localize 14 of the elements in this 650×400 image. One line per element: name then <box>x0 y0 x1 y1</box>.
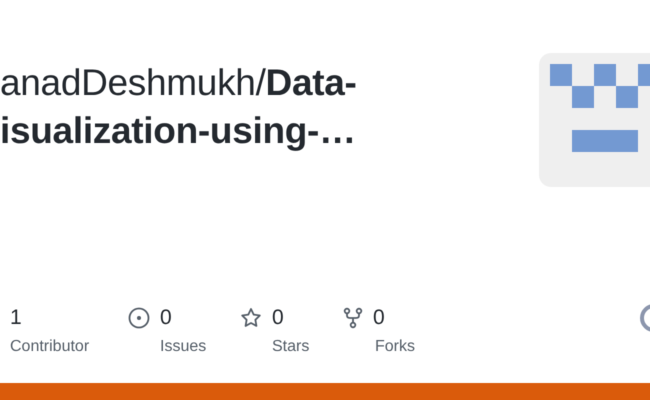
repo-title: isualization-using-… <box>0 109 357 153</box>
issue-icon <box>128 307 150 329</box>
stat-label: Contributor <box>10 338 90 356</box>
repo-title: anadDeshmukh/Data- <box>0 61 357 105</box>
stat-count: 0 <box>160 306 172 330</box>
stat-label: Issues <box>159 338 208 356</box>
stat-count: 0 <box>373 306 385 330</box>
stat-count: 0 <box>272 306 284 330</box>
fork-icon <box>343 307 363 329</box>
stat-count: 1 <box>10 306 22 330</box>
avatar-identicon <box>539 53 650 187</box>
star-icon <box>240 307 262 329</box>
stat-label: Forks <box>374 338 415 356</box>
stat-label: Stars <box>271 338 310 356</box>
